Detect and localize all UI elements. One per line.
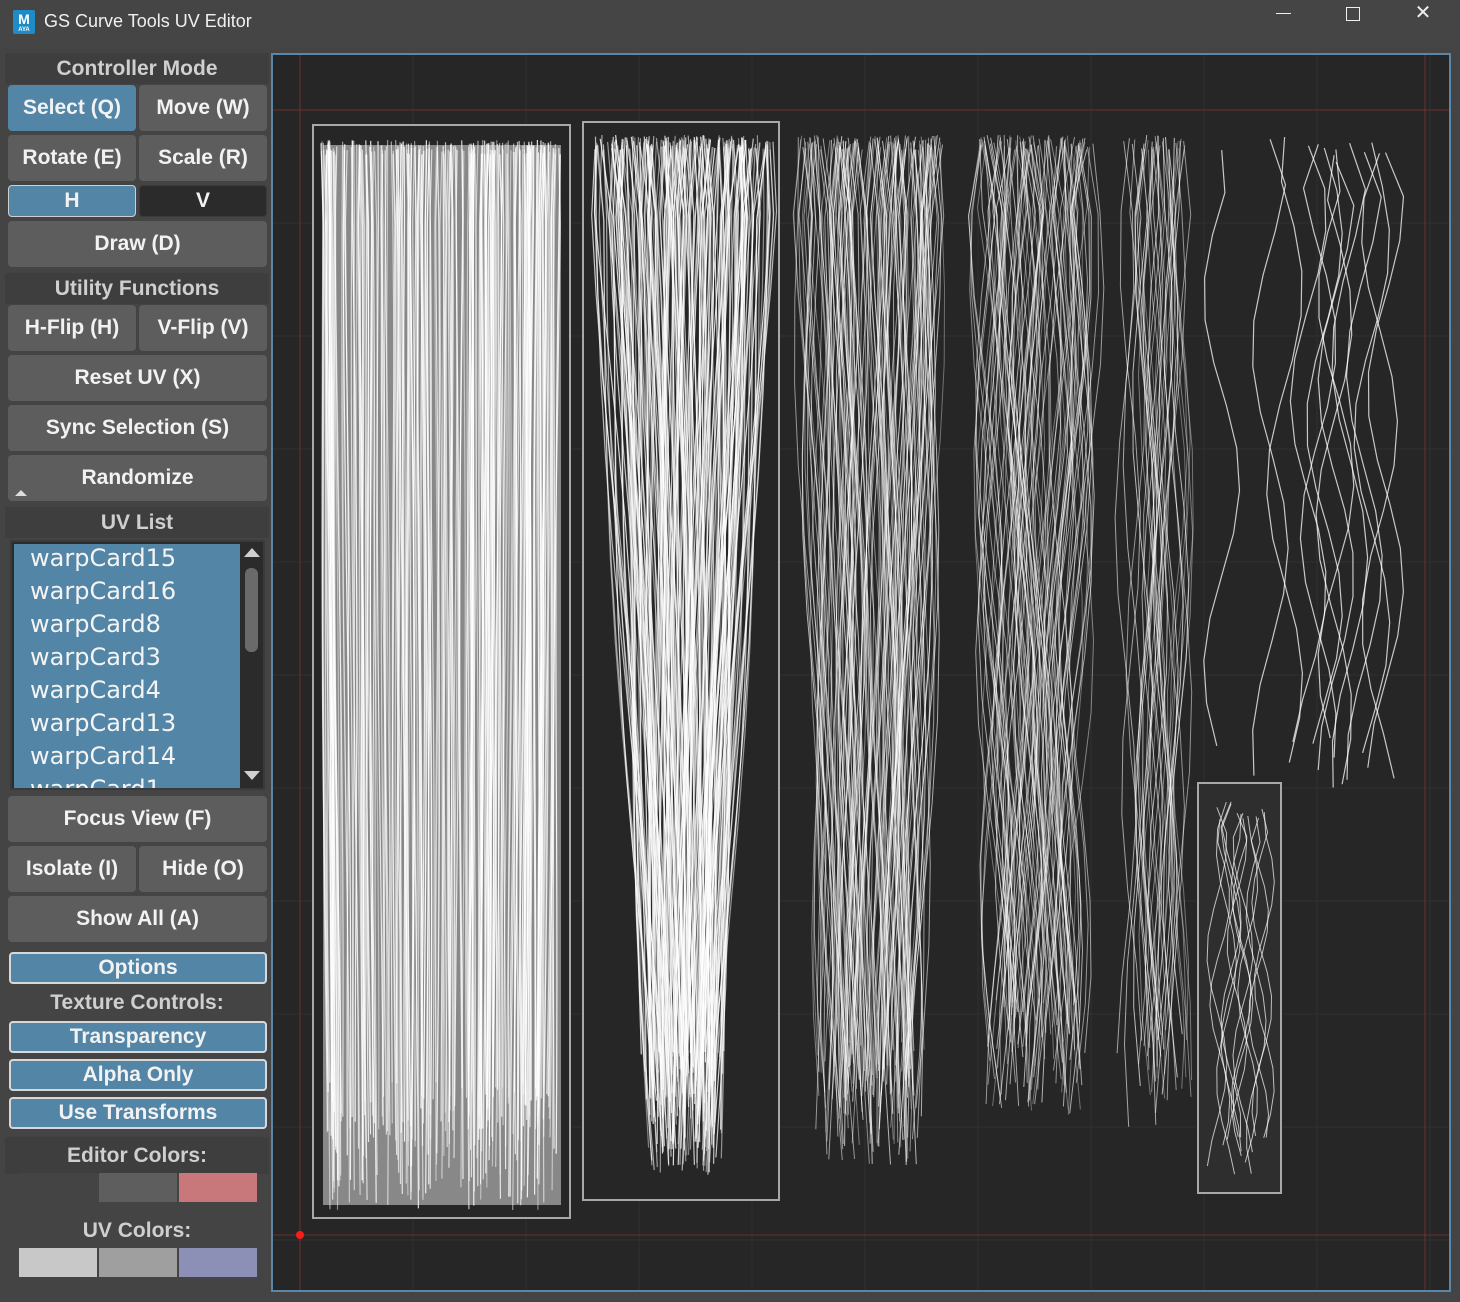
hair-strand [1315,155,1353,785]
logo-sub: AYA [18,27,30,33]
uv-list-items: warpCard15 warpCard16 warpCard8 warpCard… [14,544,242,788]
draw-button[interactable]: Draw (D) [8,221,267,267]
hair-strand [1203,150,1241,747]
list-item[interactable]: warpCard15 [14,544,242,577]
h-toggle[interactable]: H [8,185,136,217]
origin-marker [296,1231,304,1239]
hair-strand [1299,144,1337,758]
uv-color-swatch[interactable] [19,1248,97,1277]
uv-colors-title: UV Colors: [5,1213,269,1249]
show-all-button[interactable]: Show All (A) [8,896,267,942]
uv-canvas[interactable] [273,55,1449,1290]
list-item[interactable]: warpCard1 [14,775,242,788]
editor-colors-title: Editor Colors: [5,1137,269,1174]
uv-list-title: UV List [5,507,269,538]
options-button[interactable]: Options [9,952,267,984]
randomize-button[interactable]: Randomize [8,455,267,501]
texture-controls-title: Texture Controls: [5,987,269,1019]
list-item[interactable]: warpCard3 [14,643,242,676]
list-item[interactable]: warpCard13 [14,709,242,742]
uv-list-scrollbar[interactable] [240,542,263,788]
rotate-button[interactable]: Rotate (E) [8,135,136,181]
h-flip-button[interactable]: H-Flip (H) [8,305,136,351]
transparency-toggle[interactable]: Transparency [9,1021,267,1053]
close-icon: ✕ [1414,0,1432,24]
uv-color-swatch[interactable] [99,1248,177,1277]
hide-button[interactable]: Hide (O) [139,846,267,892]
maximize-icon [1346,6,1360,21]
v-flip-button[interactable]: V-Flip (V) [139,305,267,351]
hair-strand [1353,142,1391,754]
maya-logo-icon: M AYA [13,10,35,34]
sync-selection-button[interactable]: Sync Selection (S) [8,405,267,451]
controller-mode-title: Controller Mode [5,53,269,84]
isolate-button[interactable]: Isolate (I) [8,846,136,892]
uv-viewport[interactable] [271,53,1451,1292]
utility-functions-title: Utility Functions [5,273,269,304]
close-button[interactable]: ✕ [1388,0,1458,46]
focus-view-button[interactable]: Focus View (F) [8,796,267,842]
list-item[interactable]: warpCard8 [14,610,242,643]
hair-strand [1252,139,1289,776]
window-title: GS Curve Tools UV Editor [44,11,252,31]
alpha-only-toggle[interactable]: Alpha Only [9,1059,267,1091]
list-item[interactable]: warpCard4 [14,676,242,709]
list-item[interactable]: warpCard16 [14,577,242,610]
logo-letter: M [18,11,30,27]
maximize-button[interactable] [1318,0,1388,46]
tool-panel: Controller Mode Select (Q) Move (W) Rota… [5,51,269,1299]
uv-list[interactable]: warpCard15 warpCard16 warpCard8 warpCard… [10,540,265,790]
hair-strand [1119,138,1143,1041]
editor-color-swatch[interactable] [19,1173,97,1202]
uv-color-swatch[interactable] [179,1248,257,1277]
title-bar: M AYA GS Curve Tools UV Editor ✕ [0,0,1460,46]
reset-uv-button[interactable]: Reset UV (X) [8,355,267,401]
minimize-button[interactable] [1248,0,1318,46]
move-button[interactable]: Move (W) [139,85,267,131]
scroll-thumb[interactable] [245,568,258,652]
select-button[interactable]: Select (Q) [8,85,136,131]
list-item[interactable]: warpCard14 [14,742,242,775]
editor-color-swatch[interactable] [179,1173,257,1202]
minimize-icon [1275,13,1291,14]
scroll-down-icon[interactable] [244,771,260,780]
v-toggle[interactable]: V [139,185,267,217]
expand-triangle-icon[interactable] [15,490,27,496]
editor-color-swatch[interactable] [99,1173,177,1202]
scroll-up-icon[interactable] [244,548,260,557]
use-transforms-toggle[interactable]: Use Transforms [9,1097,267,1129]
randomize-label: Randomize [81,466,194,489]
scale-button[interactable]: Scale (R) [139,135,267,181]
